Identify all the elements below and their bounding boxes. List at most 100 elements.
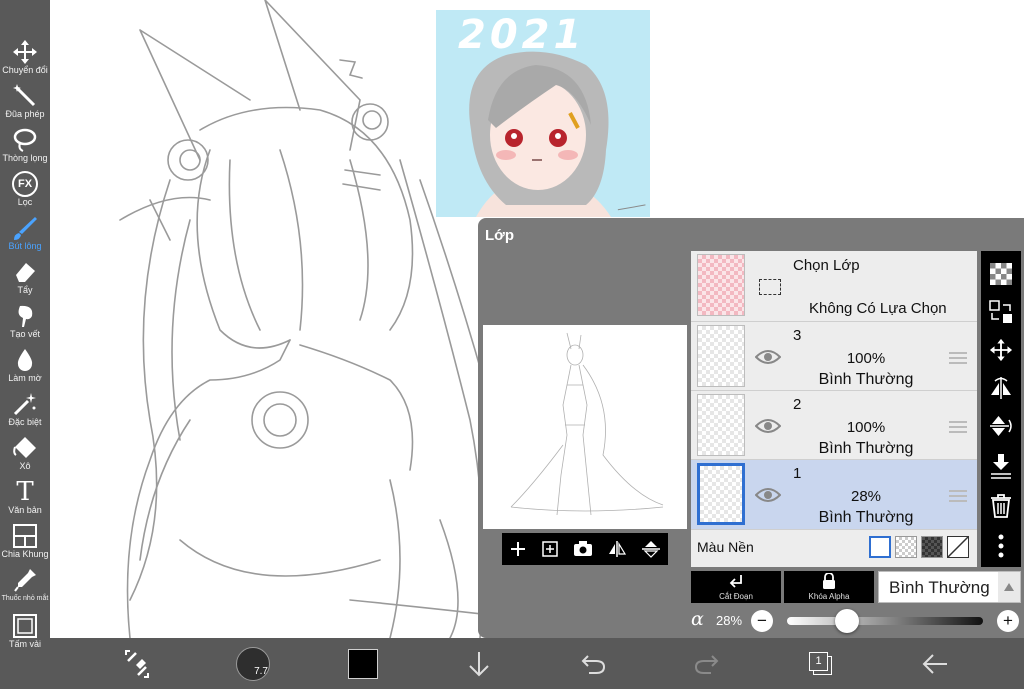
flip-horizontal-icon[interactable] xyxy=(607,540,627,558)
selection-status: Không Có Lựa Chọn xyxy=(809,300,947,317)
tool-brush[interactable]: Bút lông xyxy=(0,212,50,256)
tool-frame-divider[interactable]: Chia Khung xyxy=(0,520,50,564)
tool-transform[interactable]: Chuyển đổi xyxy=(0,36,50,80)
smudge-icon xyxy=(18,305,33,327)
tool-label: Bút lông xyxy=(8,241,42,251)
bg-transparent-option[interactable] xyxy=(895,536,917,558)
brush-size-button[interactable]: 7.7 xyxy=(232,644,274,684)
preview-sketch xyxy=(510,332,664,516)
caret-up-icon xyxy=(1004,583,1014,591)
layer-select-transform-button[interactable] xyxy=(988,299,1014,325)
tool-special[interactable]: Đặc biệt xyxy=(0,388,50,432)
clipping-button[interactable]: Cắt Đoạn xyxy=(691,571,781,603)
visibility-eye-icon[interactable] xyxy=(755,348,781,366)
canvas-preview[interactable] xyxy=(483,325,687,529)
opacity-slider[interactable] xyxy=(787,609,983,633)
layer-row-2[interactable]: 2 100% Bình Thường xyxy=(691,391,977,460)
blend-mode-select[interactable]: Bình Thường xyxy=(878,571,1021,603)
tool-label: Tẩy xyxy=(17,285,33,295)
tool-eyedropper[interactable]: Thuốc nhỏ mắt xyxy=(0,564,50,608)
layer-count: 1 xyxy=(809,652,828,671)
layer-panel: Lớp Chọn Lớp Không Có Lựa Chọn 3 100% Bì… xyxy=(478,218,1024,638)
bucket-icon xyxy=(13,437,36,458)
visibility-eye-icon[interactable] xyxy=(755,417,781,435)
tool-text[interactable]: T Văn bản xyxy=(0,476,50,520)
drag-handle-icon[interactable] xyxy=(949,351,967,365)
blur-drop-icon xyxy=(17,349,33,371)
reference-portrait: 2021 xyxy=(436,10,650,217)
brush-icon xyxy=(14,217,37,240)
selection-layer-row[interactable]: Chọn Lớp Không Có Lựa Chọn xyxy=(691,251,977,322)
tool-bucket[interactable]: Xô xyxy=(0,432,50,476)
alpha-lock-button[interactable]: Khóa Alpha xyxy=(784,571,874,603)
bg-none-option[interactable] xyxy=(947,536,969,558)
lasso-icon xyxy=(13,128,37,152)
color-picker-button[interactable] xyxy=(346,644,380,684)
tool-canvas[interactable]: Tấm vải xyxy=(0,610,50,654)
tool-lasso[interactable]: Thòng lọng xyxy=(0,124,50,168)
camera-icon[interactable] xyxy=(573,540,593,558)
back-button[interactable] xyxy=(918,644,952,684)
layer-row-1-selected[interactable]: 1 28% Bình Thường xyxy=(691,460,977,530)
transparent-bg-button[interactable] xyxy=(988,261,1014,287)
layer-thumbnail xyxy=(697,394,745,456)
brush-eraser-swap-icon xyxy=(125,650,149,678)
download-button[interactable] xyxy=(462,644,496,684)
tool-label: Chia Khung xyxy=(1,549,49,559)
merge-down-button[interactable] xyxy=(988,453,1014,479)
tool-magic-wand[interactable]: Đũa phép xyxy=(0,80,50,124)
tool-label: Văn bản xyxy=(8,505,42,515)
flip-layer-vertical-button[interactable] xyxy=(988,413,1014,439)
brush-size-value: 7.7 xyxy=(254,666,268,677)
layer-blend-mode: Bình Thường xyxy=(818,509,914,526)
panel-title: Lớp xyxy=(485,227,514,244)
merge-down-icon xyxy=(991,454,1011,479)
bg-white-option[interactable] xyxy=(869,536,891,558)
tool-eraser[interactable]: Tẩy xyxy=(0,256,50,300)
move-icon xyxy=(989,338,1013,362)
layers-button[interactable]: 1 xyxy=(804,644,838,684)
opacity-slider-knob[interactable] xyxy=(835,609,860,633)
tool-smudge[interactable]: Tạo vết xyxy=(0,300,50,344)
layer-thumbnail xyxy=(697,463,745,525)
tool-label: Xô xyxy=(19,461,31,471)
special-sparkle-icon xyxy=(13,393,36,416)
undo-button[interactable] xyxy=(576,644,610,684)
add-layer-icon[interactable] xyxy=(509,540,527,558)
bg-dark-checker-option[interactable] xyxy=(921,536,943,558)
flip-vertical-icon[interactable] xyxy=(641,540,661,558)
layer-number: 3 xyxy=(793,327,802,344)
layer-number: 2 xyxy=(793,396,802,413)
quick-tool-button[interactable] xyxy=(120,644,154,684)
delete-layer-button[interactable] xyxy=(988,493,1014,519)
blend-mode-value: Bình Thường xyxy=(889,578,990,597)
tool-label: Thòng lọng xyxy=(2,153,48,163)
layers-stack-icon: 1 xyxy=(809,652,833,676)
alpha-symbol: α xyxy=(691,608,704,630)
brush-size-indicator: 7.7 xyxy=(236,647,270,681)
more-options-button[interactable] xyxy=(988,533,1014,559)
tool-blur[interactable]: Làm mờ xyxy=(0,344,50,388)
drag-handle-icon[interactable] xyxy=(949,420,967,434)
drag-handle-icon[interactable] xyxy=(949,489,967,503)
layer-row-3[interactable]: 3 100% Bình Thường xyxy=(691,322,977,391)
current-color-swatch xyxy=(348,649,378,679)
tool-label: Tấm vải xyxy=(8,639,41,649)
layer-mode-controls: Cắt Đoạn Khóa Alpha Bình Thường xyxy=(691,571,1021,603)
opacity-decrease-button[interactable]: − xyxy=(751,610,773,632)
visibility-eye-icon[interactable] xyxy=(755,486,781,504)
opacity-increase-button[interactable]: + xyxy=(997,610,1019,632)
arrow-left-icon xyxy=(922,654,947,674)
bottom-toolbar: 7.7 1 xyxy=(50,638,1024,689)
blend-mode-dropdown-arrow[interactable] xyxy=(998,572,1020,602)
add-layer-from-selection-icon[interactable] xyxy=(541,540,559,558)
layer-actions-strip xyxy=(981,251,1021,567)
trash-icon xyxy=(991,494,1011,518)
tool-filter[interactable]: FX Lọc xyxy=(0,168,50,212)
flip-layer-horizontal-button[interactable] xyxy=(988,375,1014,401)
move-layer-button[interactable] xyxy=(988,337,1014,363)
text-icon: T xyxy=(16,477,34,507)
undo-icon xyxy=(581,655,606,674)
redo-button[interactable] xyxy=(690,644,724,684)
tool-sidebar: Chuyển đổi Đũa phép Thòng lọng FX Lọc Bú… xyxy=(0,0,50,689)
